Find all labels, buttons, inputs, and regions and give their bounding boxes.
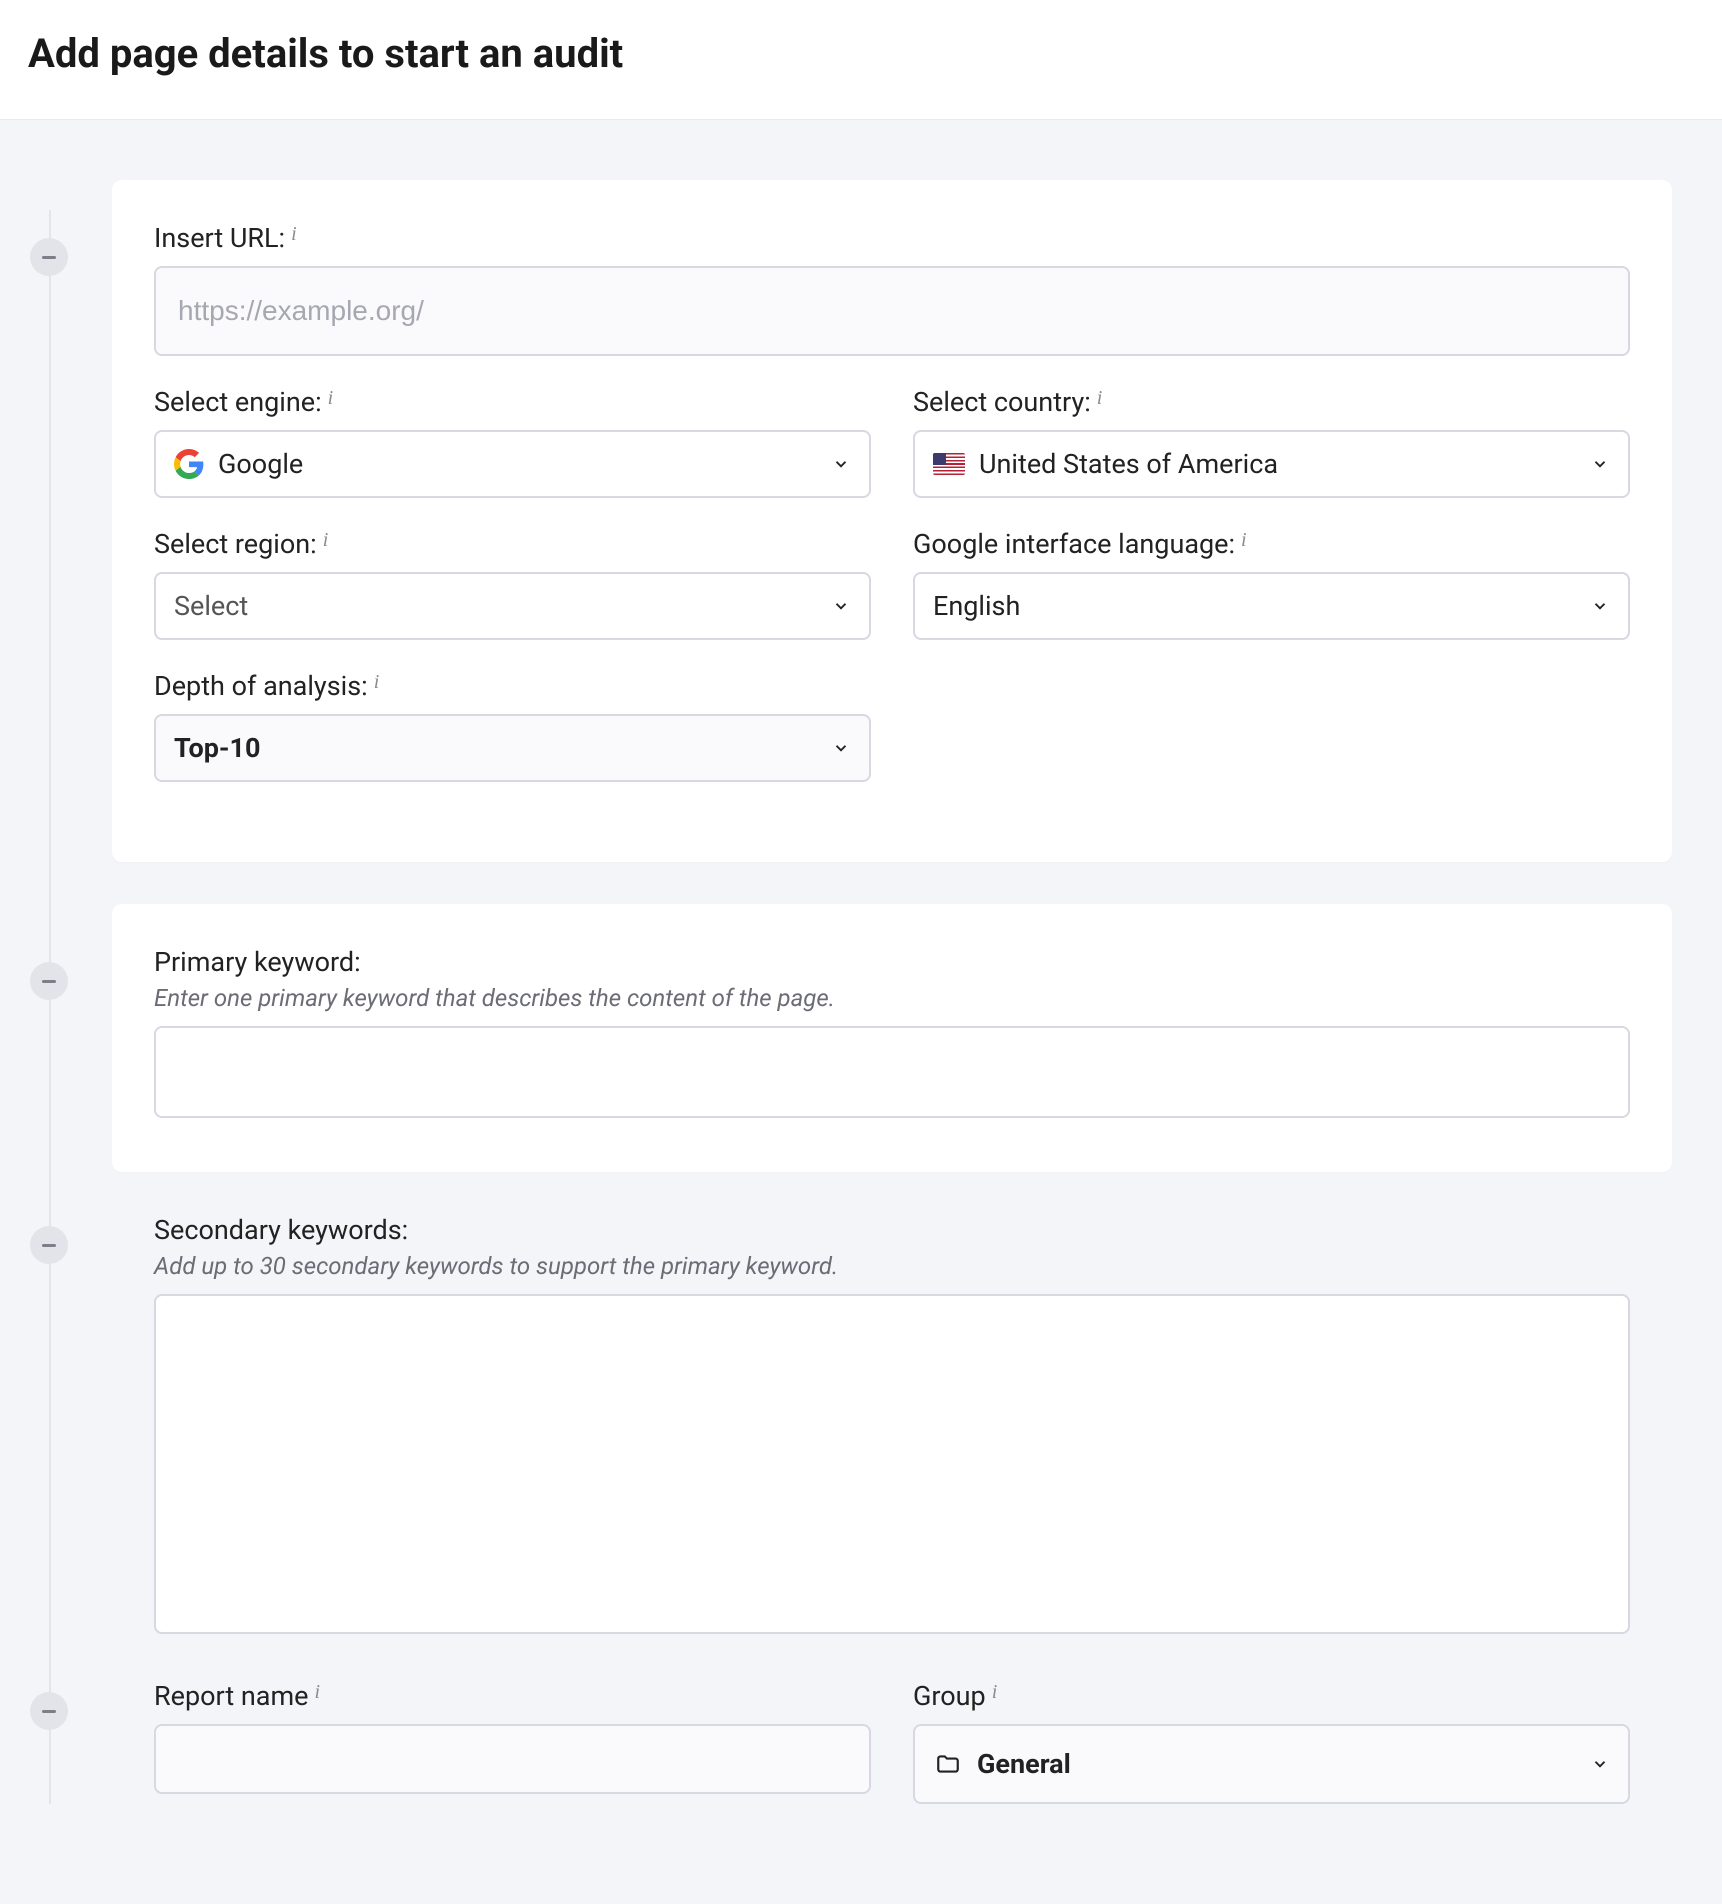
secondary-keywords-input[interactable] [154, 1294, 1630, 1634]
group-label: Group [913, 1680, 986, 1712]
step-marker-3[interactable] [30, 1226, 68, 1264]
step-marker-2[interactable] [30, 962, 68, 1000]
folder-icon [933, 1751, 963, 1777]
chevron-down-icon [1590, 454, 1610, 474]
primary-label: Primary keyword: [154, 946, 361, 978]
section-report: Report name i Group i General [112, 1680, 1672, 1804]
chevron-down-icon [831, 454, 851, 474]
google-icon [174, 449, 204, 479]
step-marker-4[interactable] [30, 1692, 68, 1730]
depth-value: Top-10 [174, 732, 817, 764]
depth-label: Depth of analysis: [154, 670, 368, 702]
step-marker-1[interactable] [30, 238, 68, 276]
language-label: Google interface language: [913, 528, 1235, 560]
section-secondary-keywords: Secondary keywords: Add up to 30 seconda… [112, 1214, 1672, 1638]
chevron-down-icon [1590, 1754, 1610, 1774]
flag-us-icon [933, 453, 965, 475]
primary-keyword-input[interactable] [154, 1026, 1630, 1118]
info-icon[interactable]: i [992, 1681, 998, 1704]
region-select[interactable]: Select [154, 572, 871, 640]
region-value: Select [174, 590, 817, 622]
report-name-input[interactable] [154, 1724, 871, 1794]
group-select[interactable]: General [913, 1724, 1630, 1804]
chevron-down-icon [831, 738, 851, 758]
page-title: Add page details to start an audit [28, 30, 1694, 77]
engine-value: Google [218, 448, 817, 480]
chevron-down-icon [831, 596, 851, 616]
region-label: Select region: [154, 528, 317, 560]
country-value: United States of America [979, 448, 1576, 480]
info-icon[interactable]: i [374, 671, 380, 694]
info-icon[interactable]: i [314, 1681, 320, 1704]
info-icon[interactable]: i [1241, 529, 1247, 552]
country-select[interactable]: United States of America [913, 430, 1630, 498]
url-label: Insert URL: [154, 222, 285, 254]
chevron-down-icon [1590, 596, 1610, 616]
url-input[interactable] [154, 266, 1630, 356]
report-name-label: Report name [154, 1680, 308, 1712]
page-header: Add page details to start an audit [0, 0, 1722, 120]
secondary-label: Secondary keywords: [154, 1214, 408, 1246]
language-value: English [933, 590, 1576, 622]
info-icon[interactable]: i [1097, 387, 1103, 410]
info-icon[interactable]: i [291, 223, 297, 246]
depth-select[interactable]: Top-10 [154, 714, 871, 782]
card-primary-keyword: Primary keyword: Enter one primary keywo… [112, 904, 1672, 1172]
engine-select[interactable]: Google [154, 430, 871, 498]
card-page-details: Insert URL: i Select engine: i Google [112, 180, 1672, 862]
language-select[interactable]: English [913, 572, 1630, 640]
info-icon[interactable]: i [323, 529, 329, 552]
info-icon[interactable]: i [328, 387, 334, 410]
secondary-hint: Add up to 30 secondary keywords to suppo… [154, 1252, 1630, 1280]
group-value: General [977, 1748, 1576, 1780]
primary-hint: Enter one primary keyword that describes… [154, 984, 1630, 1012]
country-label: Select country: [913, 386, 1091, 418]
engine-label: Select engine: [154, 386, 322, 418]
